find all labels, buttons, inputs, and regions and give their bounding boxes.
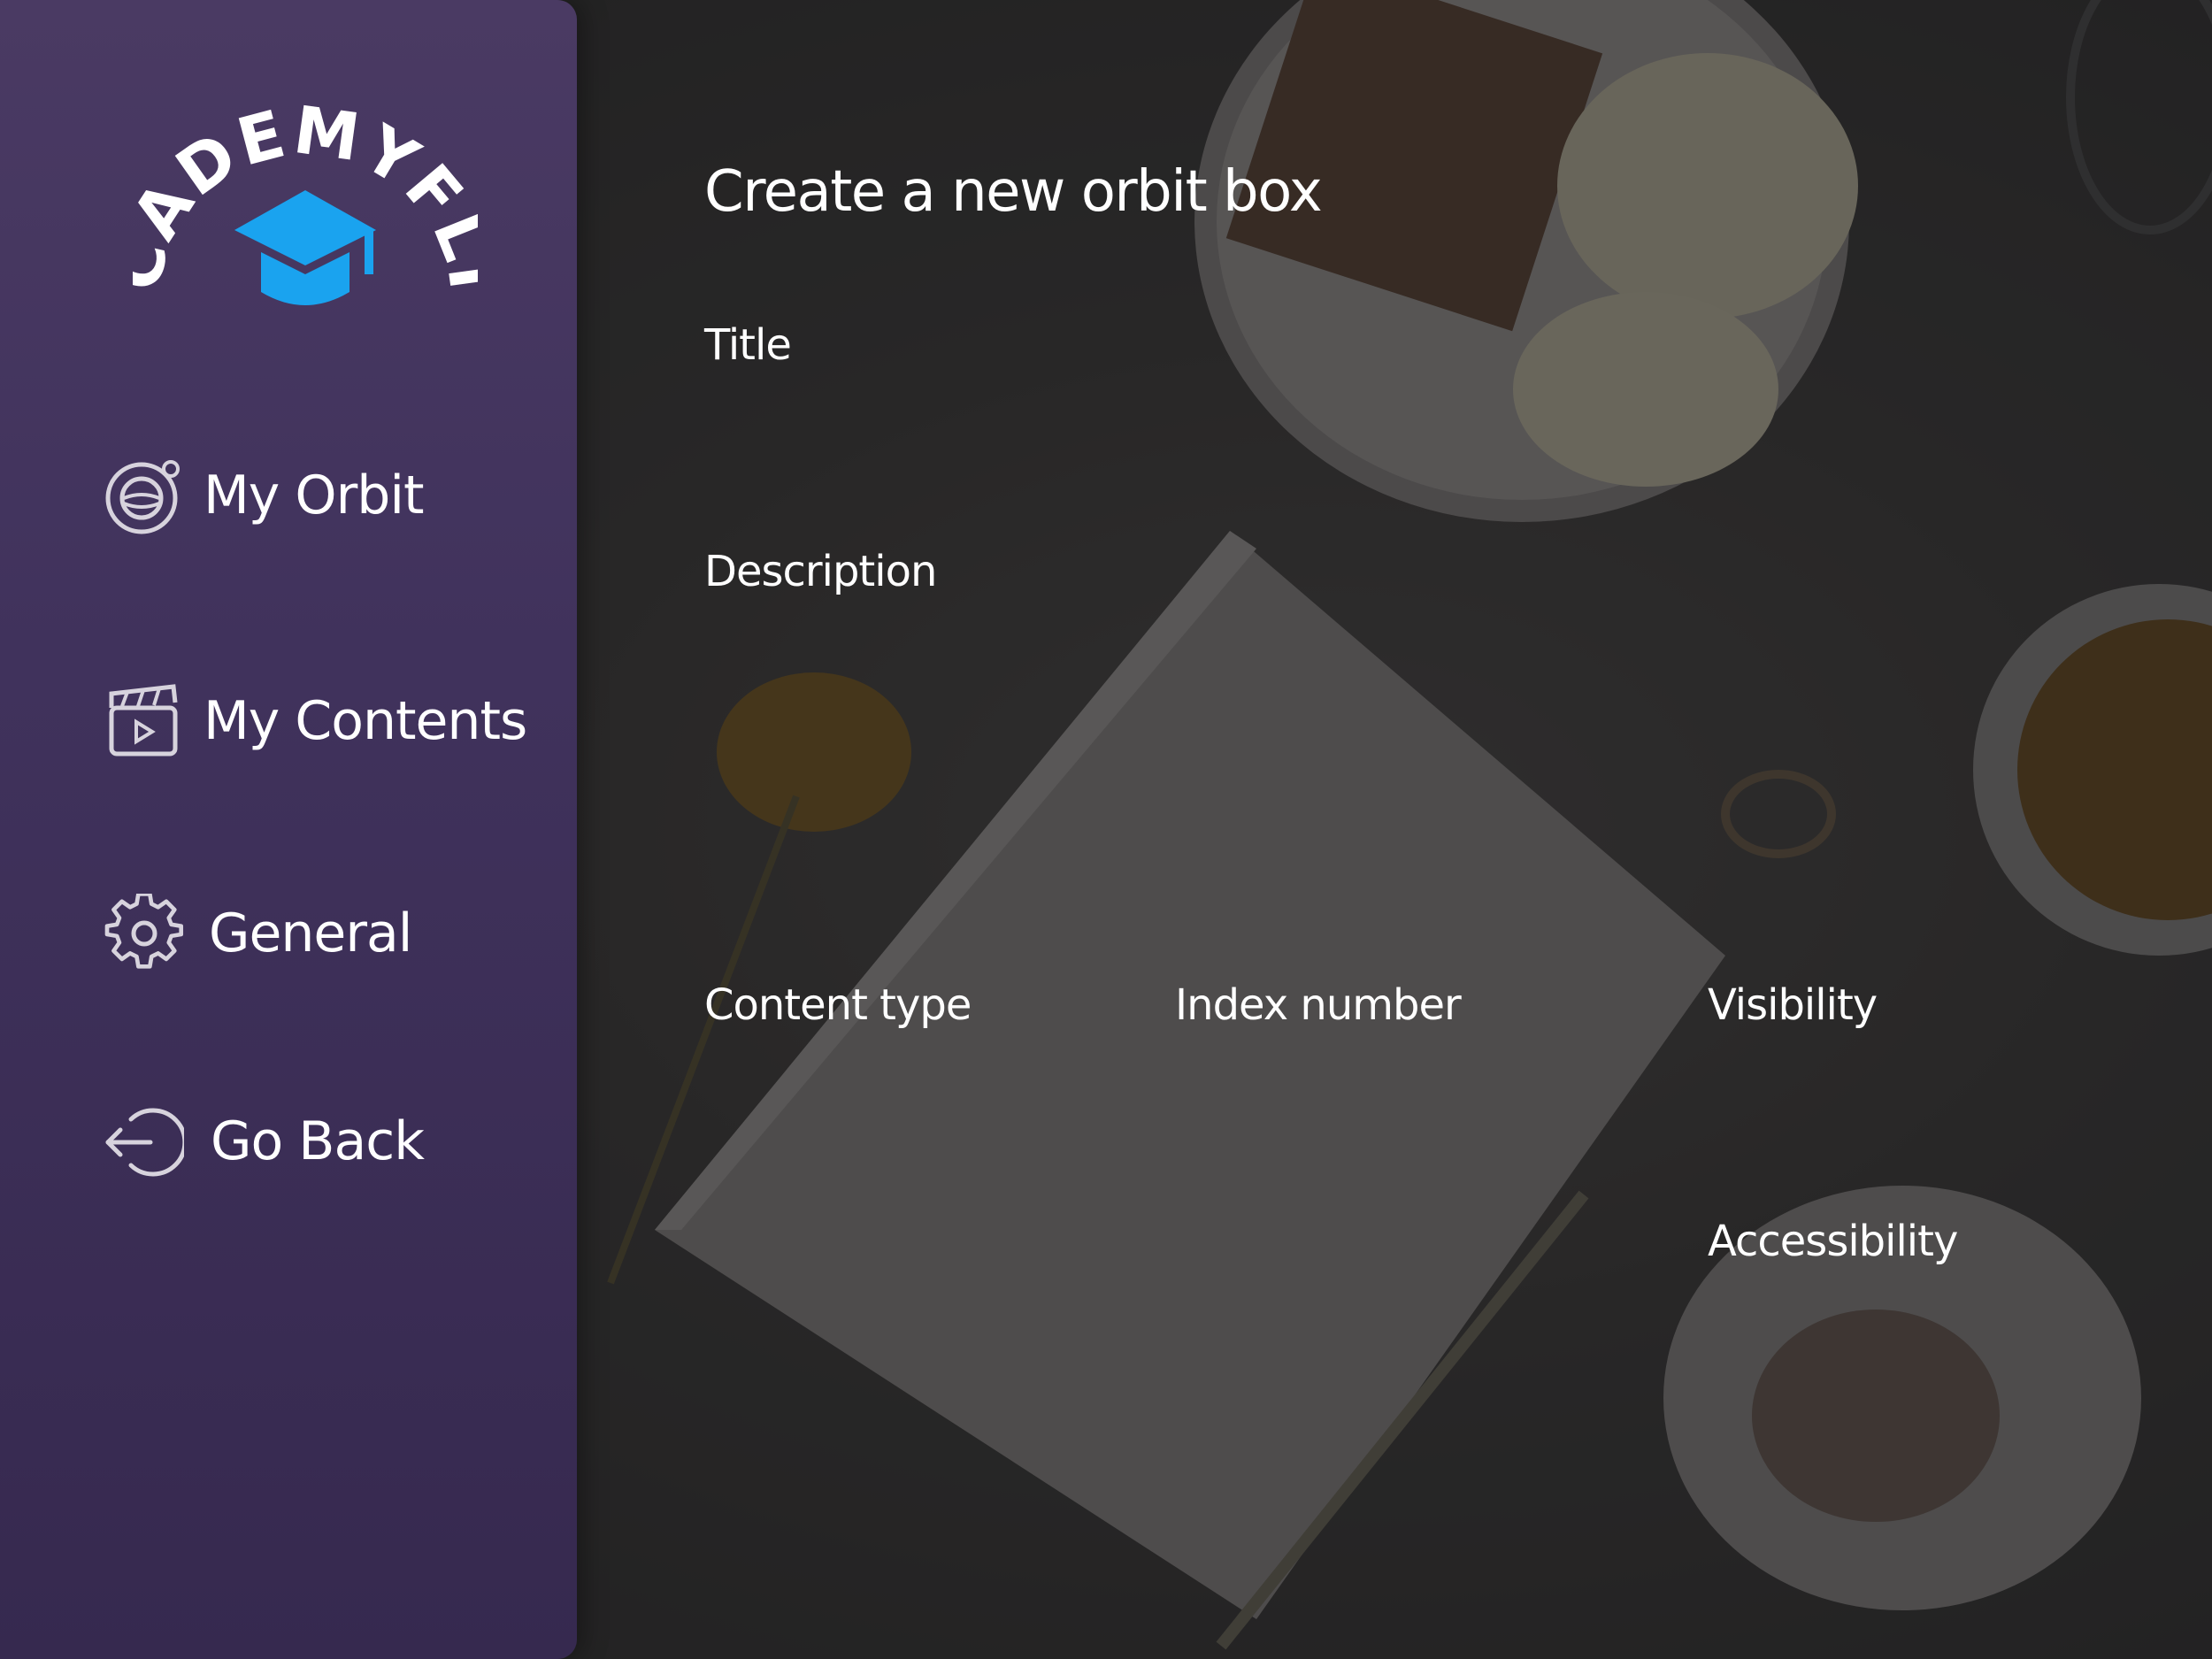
logo-mark: ACADEMYFLIX xyxy=(98,37,509,305)
visibility-label: Visibility xyxy=(1708,980,1878,1030)
sidebar-item-label: General xyxy=(209,902,412,964)
description-label: Description xyxy=(704,547,937,596)
academyflix-logo[interactable]: ACADEMYFLIX xyxy=(98,37,509,327)
sidebar-item-label: My Contents xyxy=(204,690,527,752)
sidebar-item-general[interactable]: General xyxy=(104,889,412,978)
index-number-label: Index number xyxy=(1175,980,1462,1030)
sidebar-item-my-contents[interactable]: My Contents xyxy=(104,677,527,765)
orbit-icon xyxy=(105,460,180,534)
gear-icon xyxy=(104,894,184,969)
sidebar: ACADEMYFLIX My Orbit xyxy=(0,0,577,1659)
graduation-cap-icon xyxy=(234,190,376,305)
sidebar-item-label: Go Back xyxy=(211,1110,425,1172)
title-label: Title xyxy=(704,320,792,370)
sidebar-item-go-back[interactable]: Go Back xyxy=(104,1097,425,1186)
sidebar-item-label: My Orbit xyxy=(204,465,425,526)
page-title: Create a new orbit box xyxy=(704,159,1323,225)
content-type-label: Content type xyxy=(704,980,972,1030)
sidebar-item-my-orbit[interactable]: My Orbit xyxy=(104,451,425,540)
logout-arrow-icon xyxy=(105,1108,184,1177)
clapperboard-icon xyxy=(109,684,178,757)
accessibility-label: Accessibility xyxy=(1708,1217,1958,1266)
